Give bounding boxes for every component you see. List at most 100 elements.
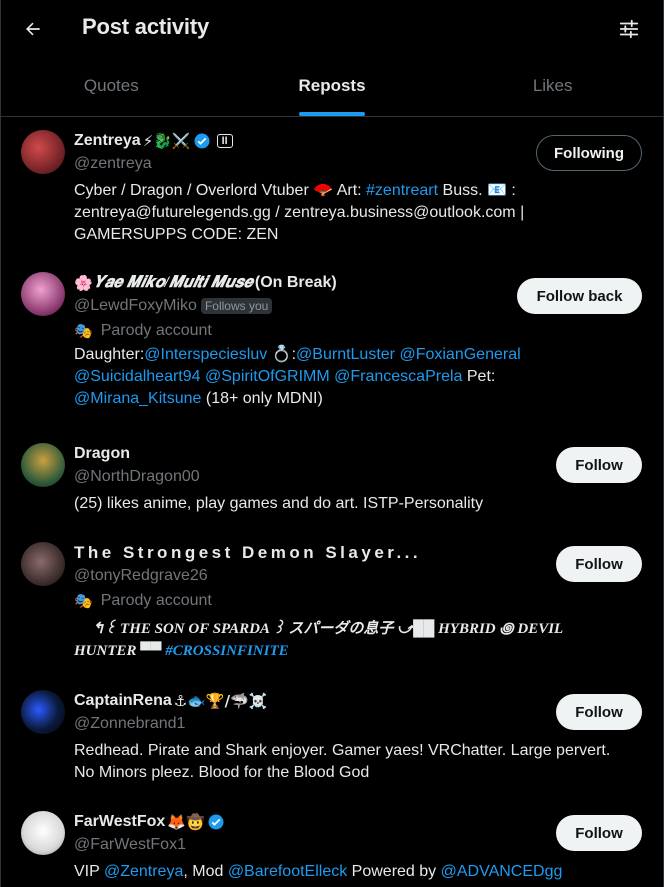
list-item[interactable]: Zentreya ⚡🐉⚔️ ꟾꟾ @zentreya Following Cyb… (1, 118, 663, 260)
tab-bar: Quotes Reposts Likes (1, 57, 663, 117)
verified-badge-icon (194, 133, 210, 149)
name-emoji: ⚓🐟🏆/🦈☠️ (173, 692, 268, 710)
verified-badge-icon (208, 814, 224, 830)
tab-reposts[interactable]: Reposts (222, 57, 443, 116)
bio: VIP @Zentreya, Mod @BarefootElleck Power… (74, 861, 643, 883)
list-item[interactable]: FarWestFox 🦊🤠 @FarWestFox1 Follow VIP @Z… (1, 799, 663, 887)
mention-link[interactable]: @Zentreya (104, 863, 183, 880)
post-activity-screen: Post activity Quotes Reposts Likes Zentr… (0, 0, 664, 887)
handle[interactable]: @zentreya (74, 155, 152, 173)
bio-text: VIP (74, 863, 104, 880)
follow-button[interactable]: Follow (556, 815, 642, 851)
avatar[interactable] (21, 443, 65, 487)
mention-link[interactable]: @FoxianGeneral (399, 346, 520, 363)
parody-label: 🎭 Parody account (74, 322, 212, 340)
display-name-text: FarWestFox (74, 813, 166, 830)
tab-likes-label: Likes (532, 75, 573, 95)
list-item[interactable]: 🌸 𝒀𝒂𝒆 𝑴𝒊𝒌𝒐/𝑴𝒖𝒍𝒕𝒊 𝑴𝒖𝒔𝒆 (On Break) @LewdFo… (1, 260, 663, 431)
bio-text: Pet: (462, 368, 496, 385)
page-title: Post activity (82, 14, 210, 39)
bio-text: No Minors pleez. Blood for the Blood God (74, 764, 370, 781)
mask-icon: 🎭 (74, 593, 93, 610)
display-name-text: The Strongest Demon Slayer... (74, 543, 422, 562)
avatar[interactable] (21, 272, 65, 316)
header: Post activity (1, 0, 663, 57)
sliders-icon (619, 19, 639, 39)
bio-text: Powered by (347, 863, 441, 880)
parody-text: Parody account (100, 592, 212, 609)
tab-likes[interactable]: Likes (442, 57, 663, 116)
bio-text: (18+ only MDNI) (201, 390, 323, 407)
hashtag-link[interactable]: #zentreart (366, 182, 438, 199)
avatar[interactable] (21, 811, 65, 855)
tab-quotes[interactable]: Quotes (1, 57, 222, 116)
mention-link[interactable]: @Interspeciesluv (144, 346, 267, 363)
name-emoji: ⚡🐉⚔️ (142, 132, 191, 150)
display-name-text: Dragon (74, 445, 130, 462)
name-emoji: 🌸 (74, 274, 93, 292)
display-name[interactable]: 🌸 𝒀𝒂𝒆 𝑴𝒊𝒌𝒐/𝑴𝒖𝒍𝒕𝒊 𝑴𝒖𝒔𝒆 (On Break) (74, 274, 337, 292)
mention-link[interactable]: @FrancescaPrela (334, 368, 462, 385)
active-tab-indicator (299, 112, 365, 116)
avatar[interactable] (21, 130, 65, 174)
follows-you-badge: Follows you (200, 298, 273, 314)
back-button[interactable] (17, 13, 49, 45)
mention-link[interactable]: @ADVANCEDgg (441, 863, 563, 880)
avatar[interactable] (21, 690, 65, 734)
follow-button[interactable]: Follow (556, 546, 642, 582)
tab-reposts-label: Reposts (298, 75, 366, 95)
name-emoji: 🦊🤠 (167, 813, 205, 831)
bio-text: Redhead. Pirate and Shark enjoyer. Gamer… (74, 742, 611, 759)
display-name-suffix: (On Break) (254, 274, 337, 291)
list-item[interactable]: CaptainRena ⚓🐟🏆/🦈☠️ @Zonnebrand1 Follow … (1, 678, 663, 799)
bio-text: HUNTER ▀▀ (74, 643, 166, 659)
list-item[interactable]: The Strongest Demon Slayer... @tonyRedgr… (1, 530, 663, 678)
subscription-icon: ꟾꟾ (216, 134, 233, 148)
parody-label: 🎭 Parody account (74, 592, 212, 610)
filter-button[interactable] (615, 15, 643, 43)
mention-link[interactable]: @Mirana_Kitsune (74, 390, 201, 407)
display-name-text: Zentreya (74, 132, 141, 149)
list-item[interactable]: Dragon @NorthDragon00 Follow (25) likes … (1, 431, 663, 530)
arrow-left-icon (26, 22, 40, 36)
bio-text: Cyber / Dragon / Overlord Vtuber 🪭 Art: (74, 182, 367, 199)
handle[interactable]: @NorthDragon00 (74, 468, 200, 486)
display-name[interactable]: FarWestFox 🦊🤠 (74, 813, 225, 831)
handle[interactable]: @LewdFoxyMiko (74, 297, 197, 315)
bio-text: Buss. 📧 : (438, 182, 516, 199)
tab-quotes-label: Quotes (83, 75, 139, 95)
follow-back-button[interactable]: Follow back (517, 278, 642, 314)
display-name[interactable]: CaptainRena ⚓🐟🏆/🦈☠️ (74, 692, 267, 710)
display-name-text: 𝒀𝒂𝒆 𝑴𝒊𝒌𝒐/𝑴𝒖𝒍𝒕𝒊 𝑴𝒖𝒔𝒆 (94, 274, 253, 291)
following-button[interactable]: Following (536, 135, 642, 171)
bio-text: (25) likes anime, play games and do art.… (74, 495, 484, 512)
avatar[interactable] (21, 542, 65, 586)
mention-link[interactable]: @Suicidalheart94 (74, 368, 201, 385)
bio-text: GAMERSUPPS CODE: ZEN (74, 226, 279, 243)
mention-link[interactable]: @BurntLuster (296, 346, 395, 363)
display-name[interactable]: Zentreya ⚡🐉⚔️ ꟾꟾ (74, 132, 233, 150)
handle[interactable]: @FarWestFox1 (74, 836, 186, 854)
handle[interactable]: @Zonnebrand1 (74, 715, 185, 733)
mention-link[interactable]: @SpiritOfGRIMM (205, 368, 330, 385)
mask-icon: 🎭 (74, 323, 93, 340)
bio-text: 💍: (267, 346, 297, 363)
display-name[interactable]: The Strongest Demon Slayer... (74, 543, 421, 563)
mention-link[interactable]: @BarefootElleck (228, 863, 347, 880)
handle[interactable]: @tonyRedgrave26 (74, 567, 208, 585)
bio-text: Daughter: (74, 346, 145, 363)
follow-button[interactable]: Follow (556, 447, 642, 483)
follow-button[interactable]: Follow (556, 694, 642, 730)
display-name[interactable]: Dragon (74, 445, 130, 463)
bio: Cyber / Dragon / Overlord Vtuber 🪭 Art: … (74, 180, 643, 246)
bio-text: , Mod (183, 863, 228, 880)
bio: ↰꒰ THE SON OF SPARDA ꒱ スパーダの息子 ⤻██ HYBRI… (74, 618, 643, 662)
display-name-text: CaptainRena (74, 692, 172, 709)
bio: (25) likes anime, play games and do art.… (74, 493, 643, 515)
parody-text: Parody account (100, 322, 212, 339)
handle-row: @LewdFoxyMiko Follows you (74, 297, 273, 315)
bio: Daughter:@Interspeciesluv 💍:@BurntLuster… (74, 344, 643, 410)
bio-text: ↰꒰ THE SON OF SPARDA ꒱ スパーダの息子 ⤻██ HYBRI… (92, 621, 564, 637)
hashtag-link[interactable]: #CROSSINFINITE (165, 643, 288, 659)
bio-text: zentreya@futurelegends.gg / zentreya.bus… (74, 204, 525, 221)
